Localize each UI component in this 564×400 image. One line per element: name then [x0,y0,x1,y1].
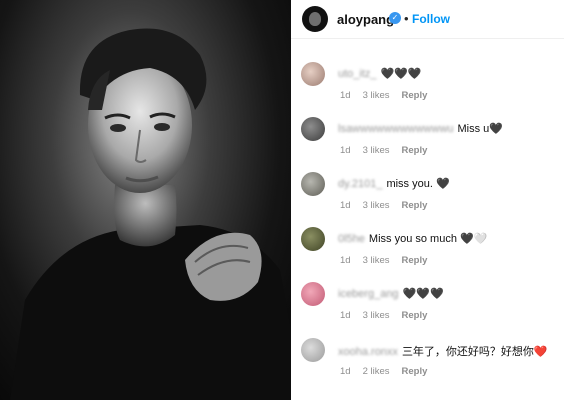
commenter-username[interactable]: iceberg_ang [338,288,399,300]
commenter-avatar[interactable] [301,62,325,86]
comment-item: 0l5he Miss you so much 🖤🤍 1d 3 likes Reply [291,227,564,277]
comment-item: lsawwwwwwwwwwwwu Miss u🖤 1d 3 likes Reply [291,117,564,167]
reply-button[interactable]: Reply [402,90,428,101]
verified-badge-icon: ✓ [389,12,401,24]
comment-likes[interactable]: 3 likes [363,145,390,156]
separator-dot: • [404,11,409,26]
comment-text: miss you. 🖤 [386,178,450,190]
comment-text: Miss you so much 🖤🤍 [368,233,488,245]
comment-item: dy.2101_ miss you. 🖤 1d 3 likes Reply [291,172,564,222]
post-photo [0,0,291,400]
comment-likes[interactable]: 3 likes [363,255,390,266]
commenter-username[interactable]: xooha.ronxx [338,346,398,358]
commenter-avatar[interactable] [301,172,325,196]
comment-item: iceberg_ang 🖤🖤🖤 1d 3 likes Reply [291,282,564,332]
comment-age: 1d [340,200,351,211]
comment-item: uto_itz_ 🖤🖤🖤 1d 3 likes Reply [291,62,564,112]
commenter-username[interactable]: uto_itz_ [338,68,377,80]
comment-likes[interactable]: 3 likes [363,90,390,101]
author-avatar[interactable] [302,6,328,32]
commenter-avatar[interactable] [301,282,325,306]
comment-item: xooha.ronxx 三年了，你还好吗？好想你❤️ 1d 2 likes Reply [291,338,564,388]
comment-age: 1d [340,90,351,101]
comment-likes[interactable]: 3 likes [363,310,390,321]
comment-age: 1d [340,255,351,266]
follow-button[interactable]: Follow [412,12,450,26]
commenter-username[interactable]: lsawwwwwwwwwwwwu [338,123,454,135]
author-username[interactable]: aloypang [337,12,394,27]
comment-text: 三年了，你还好吗？好想你❤️ [401,346,548,358]
comment-text: 🖤🖤🖤 [402,288,444,300]
comment-age: 1d [340,310,351,321]
commenter-username[interactable]: 0l5he [338,233,365,245]
commenter-username[interactable]: dy.2101_ [338,178,382,190]
comment-text: Miss u🖤 [457,123,503,135]
reply-button[interactable]: Reply [402,200,428,211]
commenter-avatar[interactable] [301,117,325,141]
reply-button[interactable]: Reply [402,310,428,321]
comment-likes[interactable]: 3 likes [363,200,390,211]
reply-button[interactable]: Reply [402,366,428,377]
post-header: aloypang ✓ • Follow [291,0,564,39]
reply-button[interactable]: Reply [402,255,428,266]
reply-button[interactable]: Reply [402,145,428,156]
commenter-avatar[interactable] [301,338,325,362]
commenter-avatar[interactable] [301,227,325,251]
comment-age: 1d [340,145,351,156]
comment-likes[interactable]: 2 likes [363,366,390,377]
comment-text: 🖤🖤🖤 [380,68,422,80]
comment-age: 1d [340,366,351,377]
comments-panel: aloypang ✓ • Follow uto_itz_ 🖤🖤🖤 1d 3 like… [291,0,564,400]
